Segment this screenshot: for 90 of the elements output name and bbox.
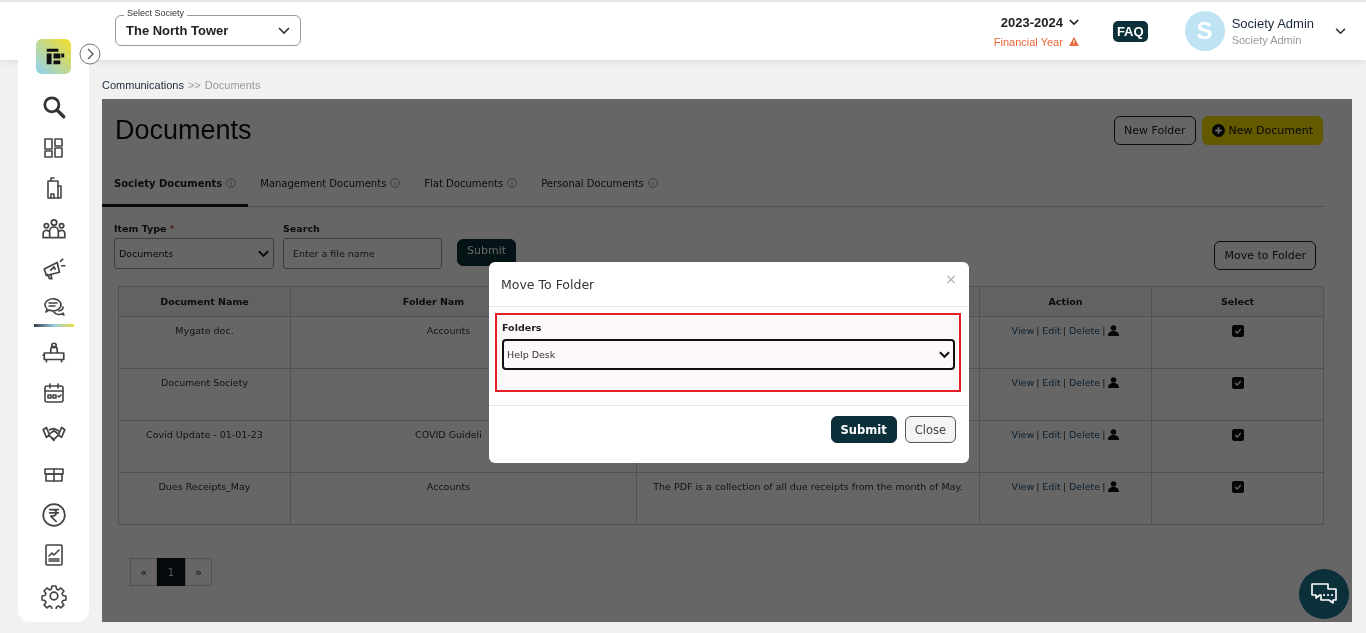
user-name: Society Admin [1231,16,1314,31]
action-separator: | [1102,325,1106,336]
close-button[interactable]: Close [904,416,956,443]
person-icon[interactable] [1108,429,1120,440]
chevron-down-icon [258,249,269,258]
select-value: The North Tower [126,23,229,38]
table-cell: Covid Update - 01-01-23 [119,421,291,473]
chevron-down-icon [278,26,290,35]
action-link[interactable]: Edit [1042,325,1061,336]
action-link[interactable]: Edit [1042,429,1061,440]
action-separator: | [1102,429,1106,440]
action-link[interactable]: Delete [1068,325,1101,336]
action-link[interactable]: Delete [1068,377,1101,388]
page-button[interactable]: 1 [157,558,185,586]
submit-button[interactable]: Submit [457,239,517,266]
tab[interactable]: Personal Documents [529,162,670,207]
breadcrumb-link[interactable]: Communications [102,79,184,99]
chevron-down-icon[interactable] [1335,27,1346,35]
person-icon[interactable] [1108,481,1120,492]
chevron-down-icon [1068,18,1079,26]
column-header: Document Name [119,287,291,317]
plus-circle-icon [1211,124,1225,137]
action-separator: | [1036,377,1040,388]
society-select[interactable]: Select Society The North Tower [115,8,301,46]
action-link[interactable]: View [1011,325,1035,336]
action-separator: | [1036,481,1040,492]
expand-toggle-icon[interactable] [79,43,101,65]
page-title: Documents [115,115,252,146]
person-icon[interactable] [1108,377,1120,388]
financial-year-label: Financial Year [993,35,1063,48]
action-link[interactable]: View [1011,481,1035,492]
search-field[interactable]: Enter a file name [283,238,442,269]
person-icon[interactable] [1108,325,1120,336]
table-cell: Accounts [291,473,637,525]
calendar-icon[interactable] [41,381,66,405]
column-header: Action [980,287,1152,317]
breadcrumb-separator: >> [187,79,201,93]
table-cell: Mygate doc. [119,317,291,369]
new-document-button[interactable]: New Document [1201,116,1323,145]
info-icon [226,178,237,188]
search-icon[interactable] [40,94,67,120]
table-cell: Dues Receipts_May [119,473,291,525]
required-mark: * [169,223,175,234]
info-icon [507,178,518,188]
rupee-icon[interactable] [40,501,67,528]
logo [36,39,71,74]
item-type-select[interactable]: Documents [114,238,274,269]
action-separator: | [1062,481,1066,492]
info-icon [390,178,401,188]
action-separator: | [1102,481,1106,492]
chevron-down-icon [939,350,950,359]
field-label: Search [283,223,320,234]
move-to-folder-button[interactable]: Move to Folder [1214,241,1316,270]
previous-page-button[interactable]: « [130,558,157,586]
action-separator: | [1062,325,1066,336]
dashboard-icon[interactable] [41,135,66,160]
action-link[interactable]: Edit [1042,481,1061,492]
tab[interactable]: Management Documents [248,162,413,207]
action-link[interactable]: Delete [1068,429,1101,440]
action-separator: | [1102,377,1106,388]
field-label: Item Type [114,223,167,234]
year-select[interactable]: 2023-2024 [1000,14,1063,30]
action-link[interactable]: Delete [1068,481,1101,492]
action-separator: | [1062,377,1066,388]
next-page-button[interactable]: » [185,558,212,586]
info-icon [647,178,658,188]
action-link[interactable]: Edit [1042,377,1061,388]
folder-select[interactable]: Help Desk [502,339,955,370]
select-label: Select Society [124,8,188,19]
close-icon[interactable]: × [945,271,957,287]
submit-button[interactable]: Submit [830,416,897,443]
faq-badge[interactable]: FAQ [1112,20,1148,42]
field-label: Folders [502,322,543,333]
table-cell: The PDF is a collection of all due receipts from the month of May. [637,473,980,525]
chat-button[interactable] [1299,569,1349,619]
action-separator: | [1036,429,1040,440]
action-separator: | [1036,325,1040,336]
new-folder-button[interactable]: New Folder [1114,116,1196,145]
tab[interactable]: Society Documents [102,162,249,207]
action-link[interactable]: View [1011,429,1035,440]
desk-icon[interactable] [40,339,67,366]
user-role: Society Admin [1231,34,1303,46]
breadcrumb-current: Documents [204,79,261,93]
action-separator: | [1062,429,1066,440]
action-link[interactable]: View [1011,377,1035,388]
column-header: Select [1152,287,1324,317]
tab[interactable]: Flat Documents [412,162,530,207]
settings-icon[interactable] [40,582,67,609]
table-cell: Document Society [119,369,291,421]
warning-icon [1068,37,1079,46]
